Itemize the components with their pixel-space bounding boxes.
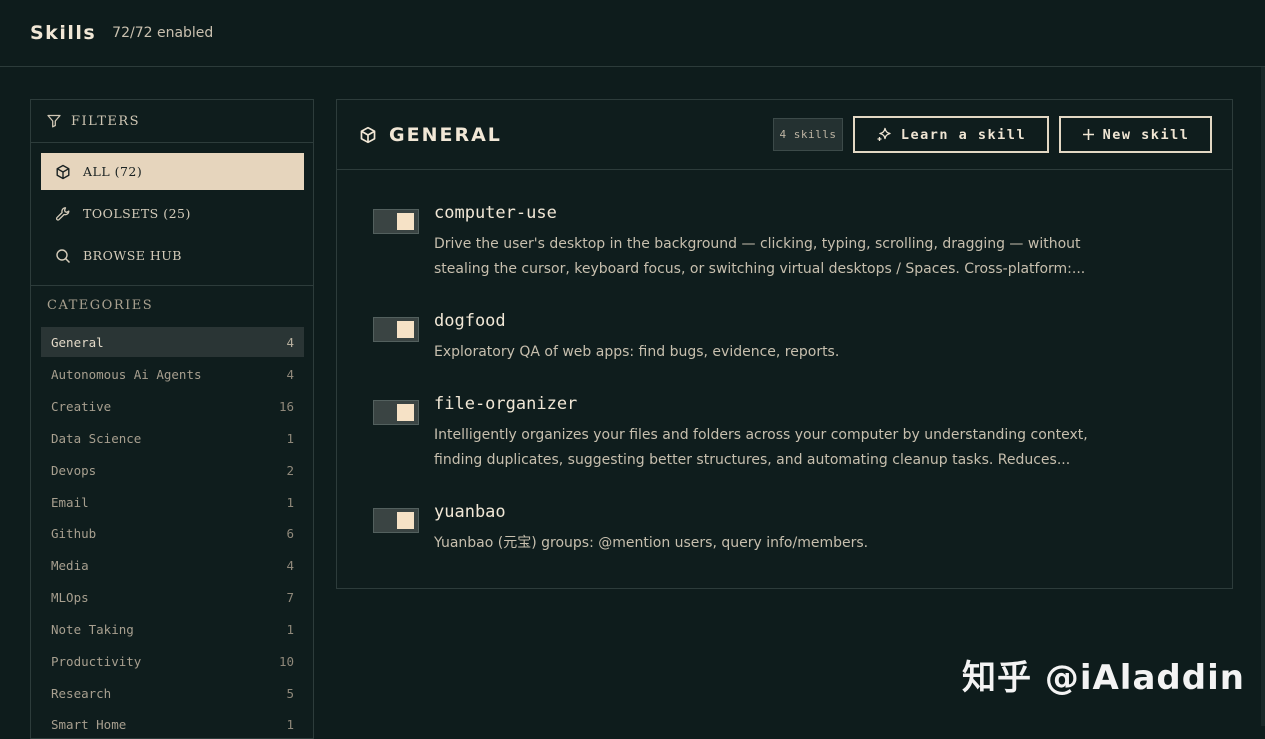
category-name: Research (51, 685, 112, 701)
toggle-knob (397, 512, 414, 529)
category-name: Creative (51, 398, 112, 414)
watermark: 知乎 @iAladdin (962, 658, 1245, 698)
cube-icon (360, 126, 376, 143)
category-count: 6 (286, 525, 294, 541)
category-note-taking[interactable]: Note Taking 1 (41, 614, 304, 644)
search-icon (56, 248, 71, 263)
skill-description: Yuanbao (元宝) groups: @mention users, que… (434, 531, 1134, 556)
category-name: Smart Home (51, 716, 127, 732)
category-research[interactable]: Research 5 (41, 678, 304, 708)
category-name: Productivity (51, 653, 142, 669)
category-general[interactable]: General 4 (41, 327, 304, 357)
skill-description-line: Exploratory QA of web apps: find bugs, e… (434, 344, 840, 360)
enabled-count: 72/72 enabled (112, 25, 214, 41)
toggle-knob (397, 213, 414, 230)
filters-heading: FILTERS (31, 100, 313, 143)
categories-heading: CATEGORIES (47, 298, 154, 313)
skill-description-line: Yuanbao (元宝) groups: @mention users, que… (434, 535, 869, 551)
category-count: 7 (286, 589, 294, 605)
category-name: Email (51, 494, 89, 510)
skill-toggle[interactable] (373, 508, 419, 533)
page-title: Skills (30, 22, 97, 44)
cube-icon (56, 164, 70, 179)
plus-icon (1082, 129, 1094, 140)
category-count: 1 (286, 716, 294, 732)
learn-skill-button[interactable]: Learn a skill (853, 116, 1049, 153)
category-devops[interactable]: Devops 2 (41, 455, 304, 485)
skill-toggle[interactable] (373, 209, 419, 234)
skill-count-badge: 4 skills (773, 118, 843, 151)
skill-name: file-organizer (434, 394, 578, 414)
skill-name: yuanbao (434, 502, 506, 522)
skill-description: Intelligently organizes your files and f… (434, 423, 1134, 473)
sidebar-divider (31, 285, 313, 286)
category-count: 4 (286, 366, 294, 382)
category-github[interactable]: Github 6 (41, 518, 304, 548)
category-name: General (51, 334, 104, 350)
learn-skill-label: Learn a skill (900, 126, 1027, 143)
toggle-knob (397, 321, 414, 338)
category-count: 1 (286, 494, 294, 510)
category-name: Devops (51, 462, 97, 478)
category-count: 1 (286, 621, 294, 637)
skills-panel: GENERAL 4 skills Learn a skill New skill… (336, 99, 1233, 589)
category-name: Autonomous Ai Agents (51, 366, 202, 382)
new-skill-label: New skill (1102, 126, 1190, 143)
category-name: Media (51, 557, 89, 573)
skill-description: Drive the user's desktop in the backgrou… (434, 232, 1134, 282)
sparkle-icon (877, 127, 891, 141)
panel-header: GENERAL 4 skills Learn a skill New skill (337, 100, 1232, 170)
category-email[interactable]: Email 1 (41, 487, 304, 517)
category-count: 2 (286, 462, 294, 478)
category-count: 16 (278, 398, 294, 414)
category-count: 5 (286, 685, 294, 701)
toggle-knob (397, 404, 414, 421)
top-bar: Skills 72/72 enabled (0, 0, 1265, 67)
new-skill-button[interactable]: New skill (1059, 116, 1212, 153)
skill-name: computer-use (434, 203, 557, 223)
category-name: Note Taking (51, 621, 134, 637)
filter-all[interactable]: ALL (72) (41, 153, 304, 190)
category-count: 1 (286, 430, 294, 446)
filter-toolsets-label: TOOLSETS (25) (83, 206, 191, 221)
skill-toggle[interactable] (373, 317, 419, 342)
category-data-science[interactable]: Data Science 1 (41, 423, 304, 453)
category-count: 4 (286, 334, 294, 350)
skill-description-line: stealing the cursor, keyboard focus, or … (434, 261, 1086, 277)
category-count: 10 (278, 653, 294, 669)
filter-browse-hub-label: BROWSE HUB (83, 248, 182, 263)
category-mlops[interactable]: MLOps 7 (41, 582, 304, 612)
filters-heading-label: FILTERS (71, 113, 141, 129)
category-autonomous-ai-agents[interactable]: Autonomous Ai Agents 4 (41, 359, 304, 389)
category-name: Github (51, 525, 97, 541)
skill-name: dogfood (434, 311, 506, 331)
category-productivity[interactable]: Productivity 10 (41, 646, 304, 676)
category-count: 4 (286, 557, 294, 573)
skill-description-line: finding duplicates, suggesting better st… (434, 452, 1071, 468)
category-media[interactable]: Media 4 (41, 550, 304, 580)
filter-all-label: ALL (72) (83, 164, 143, 179)
category-name: Data Science (51, 430, 142, 446)
skill-description-line: Drive the user's desktop in the backgrou… (434, 236, 1081, 252)
category-name: MLOps (51, 589, 89, 605)
wrench-icon (55, 206, 70, 221)
skill-description-line: Intelligently organizes your files and f… (434, 427, 1088, 443)
category-title: GENERAL (389, 123, 502, 146)
filter-icon (47, 114, 61, 128)
filter-browse-hub[interactable]: BROWSE HUB (41, 237, 304, 274)
sidebar: FILTERS ALL (72) TOOLSETS (25) BROWSE HU… (30, 99, 314, 739)
skill-description: Exploratory QA of web apps: find bugs, e… (434, 340, 1134, 365)
category-creative[interactable]: Creative 16 (41, 391, 304, 421)
skill-toggle[interactable] (373, 400, 419, 425)
scrollbar[interactable] (1261, 67, 1265, 726)
filter-toolsets[interactable]: TOOLSETS (25) (41, 195, 304, 232)
category-smart-home[interactable]: Smart Home 1 (41, 709, 304, 739)
